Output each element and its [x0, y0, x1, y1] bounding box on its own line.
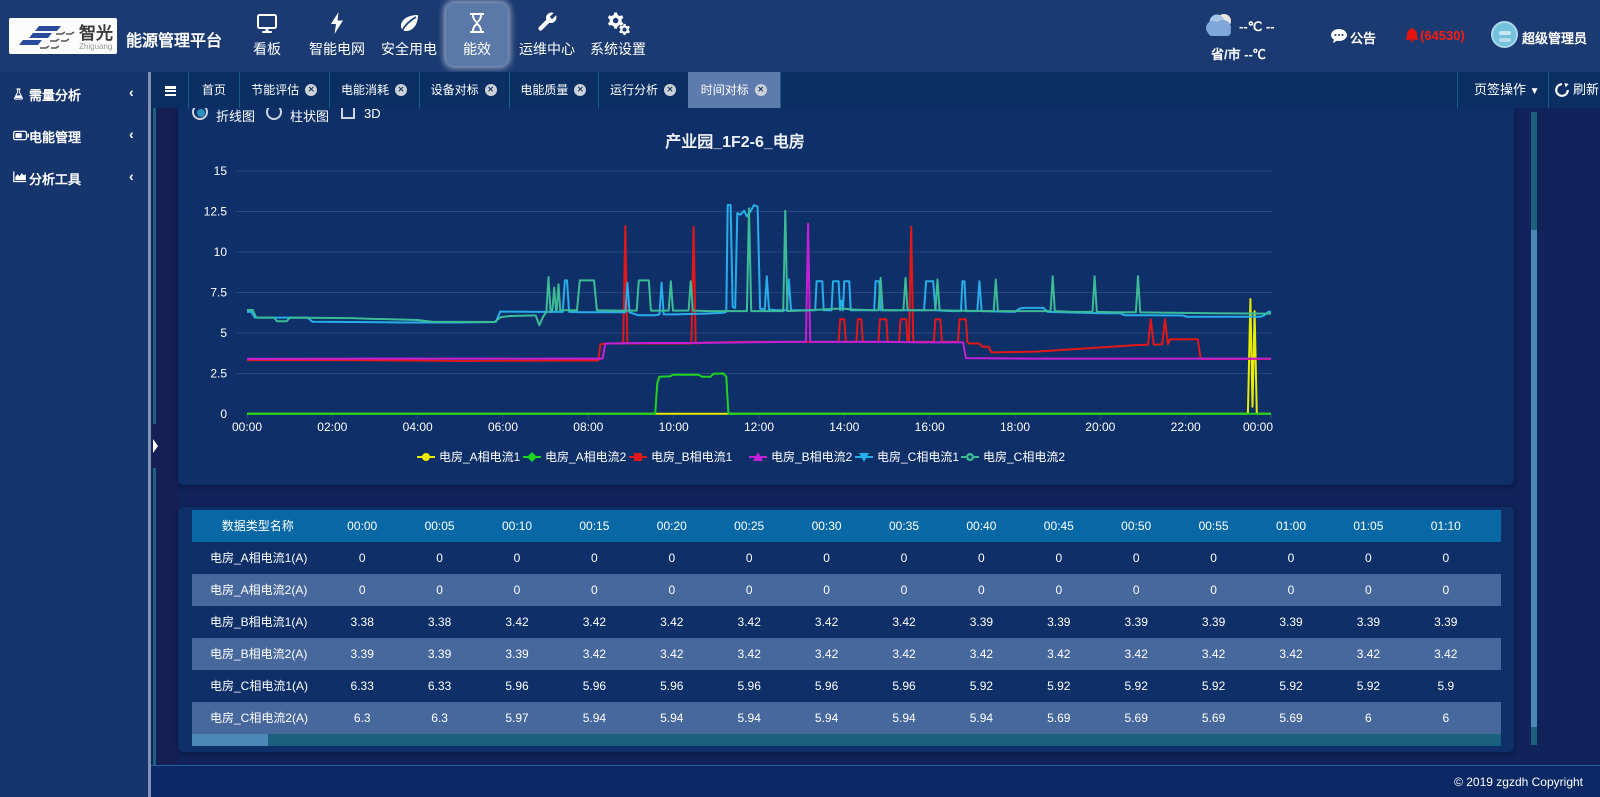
svg-text:00:00: 00:00 — [1243, 420, 1273, 434]
svg-text:电房_C相电流2: 电房_C相电流2 — [983, 449, 1065, 464]
svg-text:电房_A相电流2: 电房_A相电流2 — [545, 449, 627, 464]
svg-text:14:00: 14:00 — [829, 420, 859, 434]
svg-text:12:00: 12:00 — [744, 420, 774, 434]
svg-text:0: 0 — [220, 407, 227, 421]
svg-text:电房_B相电流1: 电房_B相电流1 — [651, 449, 733, 464]
svg-text:10:00: 10:00 — [659, 420, 689, 434]
svg-text:15: 15 — [214, 164, 228, 178]
svg-text:7.5: 7.5 — [210, 286, 227, 300]
svg-text:22:00: 22:00 — [1171, 420, 1201, 434]
svg-text:08:00: 08:00 — [573, 420, 603, 434]
svg-text:16:00: 16:00 — [915, 420, 945, 434]
svg-text:2.5: 2.5 — [210, 367, 227, 381]
svg-text:06:00: 06:00 — [488, 420, 518, 434]
svg-text:10: 10 — [214, 245, 228, 259]
svg-text:电房_A相电流1: 电房_A相电流1 — [439, 449, 521, 464]
svg-text:产业园_1F2-6_电房: 产业园_1F2-6_电房 — [665, 132, 805, 151]
svg-text:18:00: 18:00 — [1000, 420, 1030, 434]
svg-text:20:00: 20:00 — [1085, 420, 1115, 434]
svg-text:00:00: 00:00 — [232, 420, 262, 434]
svg-text:5: 5 — [220, 326, 227, 340]
svg-text:12.5: 12.5 — [204, 205, 228, 219]
svg-text:02:00: 02:00 — [317, 420, 347, 434]
svg-text:电房_B相电流2: 电房_B相电流2 — [771, 449, 853, 464]
svg-text:04:00: 04:00 — [403, 420, 433, 434]
svg-text:电房_C相电流1: 电房_C相电流1 — [877, 449, 959, 464]
